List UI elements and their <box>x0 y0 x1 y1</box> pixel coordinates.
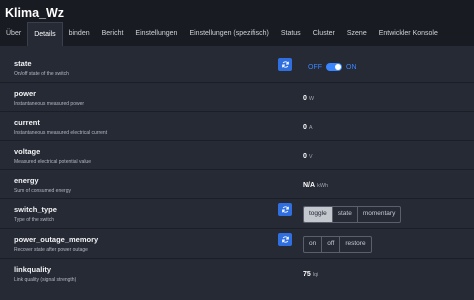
tab-cluster[interactable]: Cluster <box>307 22 341 46</box>
properties-list: state On/off state of the switch OFF ON … <box>0 53 474 289</box>
property-name: state <box>14 59 32 68</box>
option-restore-button[interactable]: restore <box>340 237 370 252</box>
refresh-icon <box>281 61 289 68</box>
tab-entwickler-konsole[interactable]: Entwickler Konsole <box>373 22 444 46</box>
state-switch[interactable] <box>326 63 342 71</box>
option-state-button[interactable]: state <box>333 207 358 222</box>
tab-status[interactable]: Status <box>275 22 307 46</box>
refresh-button[interactable] <box>278 203 292 216</box>
state-toggle-group: OFF ON <box>308 63 357 71</box>
value-unit: V <box>308 154 313 160</box>
property-value: 75 lqi <box>303 271 318 278</box>
tab-details[interactable]: Details <box>27 22 63 46</box>
property-row-current: current Instantaneous measured electrica… <box>0 112 474 141</box>
property-row-switch-type: switch_type Type of the switch toggle st… <box>0 199 474 229</box>
refresh-icon <box>281 236 289 243</box>
tab-bericht[interactable]: Bericht <box>96 22 130 46</box>
switch-knob <box>335 64 341 70</box>
value-unit: W <box>308 96 315 102</box>
property-description: Recover state after power outage <box>14 247 88 253</box>
property-name: power_outage_memory <box>14 235 99 244</box>
property-row-linkquality: linkquality Link quality (signal strengt… <box>0 259 474 289</box>
property-row-state: state On/off state of the switch OFF ON <box>0 53 474 83</box>
property-row-energy: energy Sum of consumed energy N/A kWh <box>0 170 474 199</box>
tab-bar: Über Details binden Bericht Einstellunge… <box>0 22 444 46</box>
property-name: switch_type <box>14 205 57 214</box>
property-description: Instantaneous measured electrical curren… <box>14 130 108 136</box>
toggle-on-label: ON <box>346 63 357 71</box>
property-description: On/off state of the switch <box>14 71 69 77</box>
tab-einstellungen[interactable]: Einstellungen <box>129 22 183 46</box>
value-number: 0 <box>303 153 307 160</box>
property-row-voltage: voltage Measured electrical potential va… <box>0 141 474 170</box>
tab-binden[interactable]: binden <box>63 22 96 46</box>
power-outage-memory-options: on off restore <box>303 236 372 253</box>
refresh-button[interactable] <box>278 58 292 71</box>
switch-type-options: toggle state momentary <box>303 206 402 223</box>
device-title: Klima_Wz <box>5 6 65 20</box>
value-unit: lqi <box>312 272 319 278</box>
value-unit: A <box>308 125 313 131</box>
property-row-power-outage-memory: power_outage_memory Recover state after … <box>0 229 474 259</box>
refresh-icon <box>281 206 289 213</box>
app-header: Klima_Wz Über Details binden Bericht Ein… <box>0 0 474 46</box>
value-number: 0 <box>303 95 307 102</box>
value-number: 0 <box>303 124 307 131</box>
value-number: 75 <box>303 271 311 278</box>
property-row-power: power Instantaneous measured power 0W <box>0 83 474 112</box>
property-description: Sum of consumed energy <box>14 188 71 194</box>
tab-ueber[interactable]: Über <box>0 22 27 46</box>
property-value: 0V <box>303 153 313 160</box>
value-unit: kWh <box>317 183 329 189</box>
property-name: energy <box>14 176 39 185</box>
refresh-button[interactable] <box>278 233 292 246</box>
property-value: N/A kWh <box>303 182 328 189</box>
property-name: linkquality <box>14 265 52 274</box>
property-description: Measured electrical potential value <box>14 159 91 165</box>
tab-szene[interactable]: Szene <box>341 22 373 46</box>
property-description: Link quality (signal strength) <box>14 277 77 283</box>
property-description: Type of the switch <box>14 217 55 223</box>
value-number: N/A <box>303 182 316 189</box>
property-value: 0W <box>303 95 314 102</box>
property-name: voltage <box>14 147 41 156</box>
property-name: current <box>14 118 40 127</box>
property-name: power <box>14 89 37 98</box>
toggle-off-label: OFF <box>308 63 322 71</box>
option-off-button[interactable]: off <box>322 237 341 252</box>
option-toggle-button[interactable]: toggle <box>304 207 333 222</box>
option-on-button[interactable]: on <box>304 237 323 252</box>
tab-einstellungen-spezifisch[interactable]: Einstellungen (spezifisch) <box>183 22 274 46</box>
property-value: 0A <box>303 124 313 131</box>
property-description: Instantaneous measured power <box>14 101 85 107</box>
option-momentary-button[interactable]: momentary <box>358 207 401 222</box>
